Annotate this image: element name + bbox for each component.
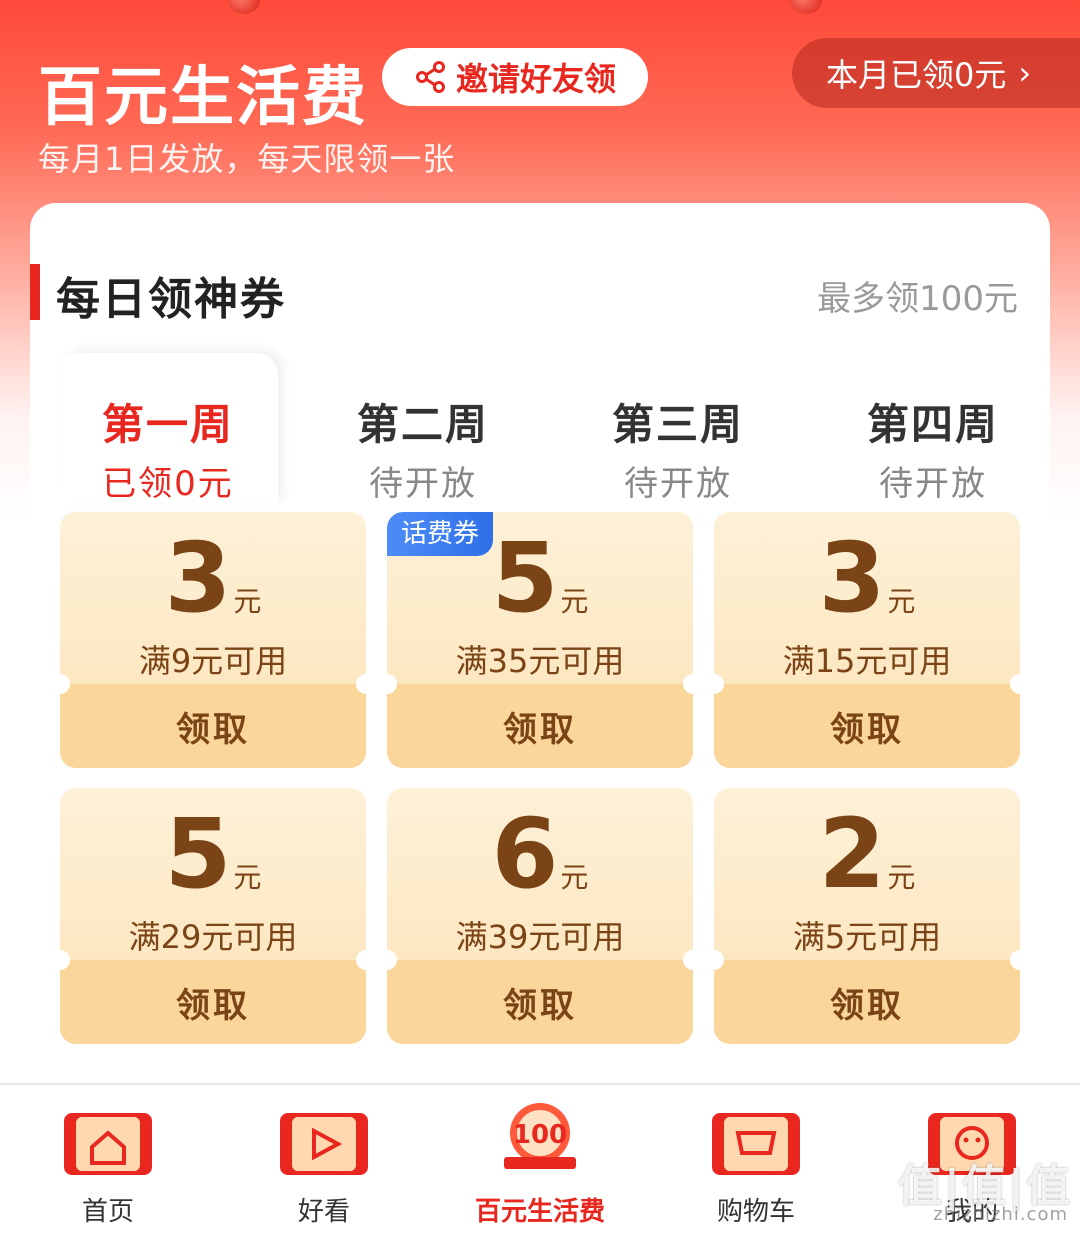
claim-button[interactable]: 领取 <box>714 960 1020 1044</box>
coupon-card: 3元 满9元可用 领取 <box>60 512 366 768</box>
claim-button[interactable]: 领取 <box>387 684 693 768</box>
coupon-unit: 元 <box>887 861 916 894</box>
claim-label: 领取 <box>503 709 577 750</box>
claim-label: 领取 <box>830 709 904 750</box>
coupon-amount: 3 <box>818 522 886 634</box>
nav-label: 百元生活费 <box>474 1197 605 1227</box>
nav-label: 好看 <box>297 1197 350 1227</box>
coupon-unit: 元 <box>560 585 589 618</box>
coupon-unit: 元 <box>233 585 262 618</box>
nav-label: 首页 <box>81 1197 134 1227</box>
claim-label: 领取 <box>503 985 577 1026</box>
cart-icon <box>712 1113 800 1175</box>
header: 百元生活费 邀请好友领 每月1日发放，每天限领一张 本月已领0元 › <box>38 38 1080 182</box>
claim-label: 领取 <box>830 985 904 1026</box>
tab-week-3[interactable]: 第三周 待开放 <box>568 353 788 504</box>
badge-100-icon: 100 <box>504 1103 576 1169</box>
claim-button[interactable]: 领取 <box>387 960 693 1044</box>
claim-label: 领取 <box>176 709 250 750</box>
nav-item-cart[interactable]: 购物车 <box>648 1085 864 1235</box>
nav-item-watch[interactable]: 好看 <box>216 1085 432 1235</box>
coupon-unit: 元 <box>233 861 262 894</box>
tab-week-status: 待开放 <box>624 464 732 504</box>
invite-label: 邀请好友领 <box>455 60 616 98</box>
daily-coupon-card: 每日领神券 最多领100元 第一周 已领0元 第二周 待开放 第三周 待开放 第… <box>30 203 1050 1055</box>
coupon-amount: 3 <box>164 522 232 634</box>
week-tabs: 第一周 已领0元 第二周 待开放 第三周 待开放 第四周 待开放 <box>58 353 1050 504</box>
coupon-unit: 元 <box>887 585 916 618</box>
coupon-condition: 满15元可用 <box>782 642 952 680</box>
chevron-right-icon: › <box>1018 54 1032 92</box>
coupon-condition: 满39元可用 <box>455 918 625 956</box>
tab-week-status: 待开放 <box>879 464 987 504</box>
invite-friends-button[interactable]: 邀请好友领 <box>382 48 648 106</box>
coupon-card: 话费券 5元 满35元可用 领取 <box>387 512 693 768</box>
home-icon <box>64 1113 152 1175</box>
monthly-claimed-label: 本月已领0元 <box>826 56 1007 94</box>
claim-button[interactable]: 领取 <box>714 684 1020 768</box>
share-icon <box>415 61 445 93</box>
tab-week-2[interactable]: 第二周 待开放 <box>313 353 533 504</box>
claim-button[interactable]: 领取 <box>60 684 366 768</box>
page-title: 百元生活费 <box>38 61 368 135</box>
tab-week-4[interactable]: 第四周 待开放 <box>823 353 1043 504</box>
coupon-amount: 5 <box>164 798 232 910</box>
tab-week-name: 第四周 <box>866 400 999 449</box>
coupon-card: 5元 满29元可用 领取 <box>60 788 366 1044</box>
tab-week-status: 待开放 <box>369 464 477 504</box>
play-icon <box>280 1113 368 1175</box>
tab-week-name: 第二周 <box>356 400 489 449</box>
tab-week-status: 已领0元 <box>102 464 234 504</box>
section-accent-bar <box>30 264 40 320</box>
nav-label: 购物车 <box>716 1197 795 1227</box>
nav-item-living-allowance[interactable]: 100 百元生活费 <box>432 1085 648 1235</box>
tab-week-name: 第一周 <box>101 400 234 449</box>
monthly-claimed-button[interactable]: 本月已领0元 › <box>792 38 1080 108</box>
coupon-condition: 满29元可用 <box>128 918 298 956</box>
coupon-unit: 元 <box>560 861 589 894</box>
claim-label: 领取 <box>176 985 250 1026</box>
coupon-condition: 满5元可用 <box>792 918 942 956</box>
tab-week-name: 第三周 <box>611 400 744 449</box>
coupon-condition: 满9元可用 <box>138 642 288 680</box>
page-subtitle: 每月1日发放，每天限领一张 <box>38 140 456 178</box>
coupon-card: 6元 满39元可用 领取 <box>387 788 693 1044</box>
nav-item-home[interactable]: 首页 <box>0 1085 216 1235</box>
coupon-card: 2元 满5元可用 领取 <box>714 788 1020 1044</box>
watermark-site: zhizhizhi.com <box>933 1204 1068 1225</box>
tab-week-1[interactable]: 第一周 已领0元 <box>58 353 278 504</box>
coupon-condition: 满35元可用 <box>455 642 625 680</box>
phone-bill-coupon-tag: 话费券 <box>387 512 494 556</box>
section-title: 每日领神券 <box>56 274 286 325</box>
section-max-label: 最多领100元 <box>817 279 1018 319</box>
coupon-amount: 6 <box>491 798 559 910</box>
claim-button[interactable]: 领取 <box>60 960 366 1044</box>
coupon-amount: 5 <box>491 522 559 634</box>
coupon-card: 3元 满15元可用 领取 <box>714 512 1020 768</box>
coupon-amount: 2 <box>818 798 886 910</box>
svg-text:100: 100 <box>513 1120 567 1150</box>
